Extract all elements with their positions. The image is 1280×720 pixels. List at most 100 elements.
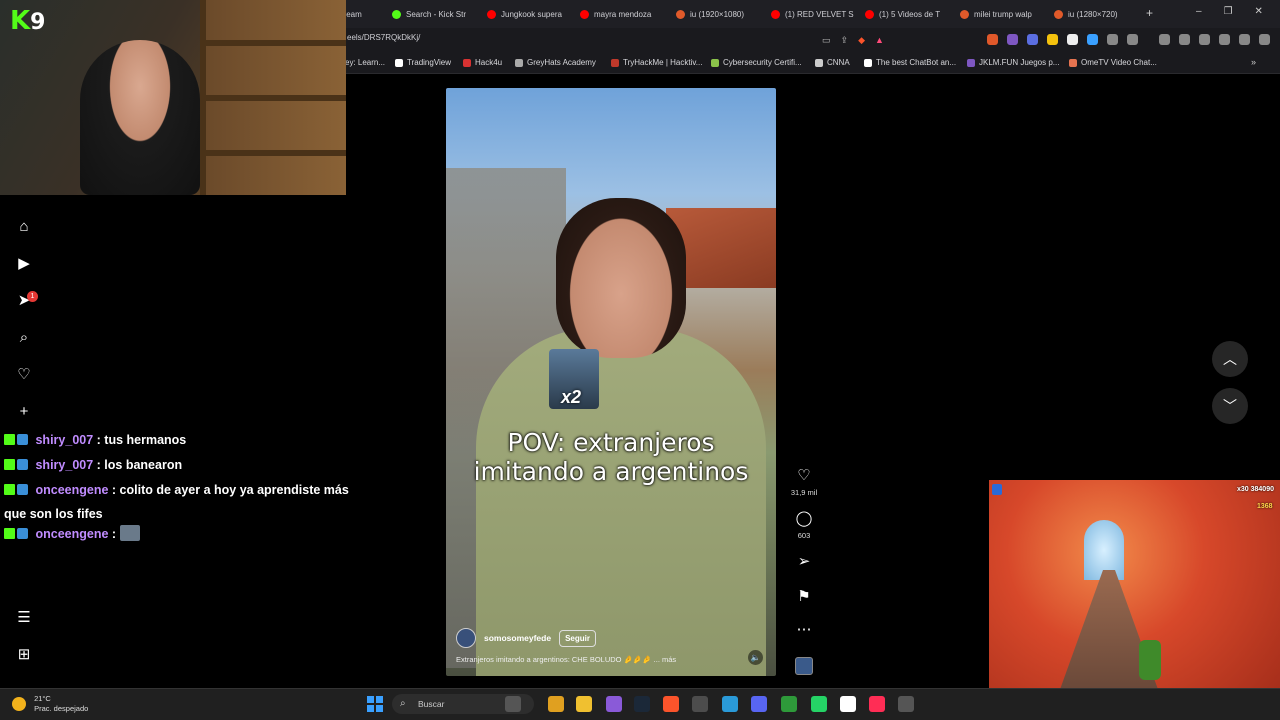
share-icon[interactable]: ➢	[790, 552, 818, 570]
browser-tab[interactable]: milei trump walp	[960, 4, 1046, 24]
taskbar-app-icon[interactable]	[505, 696, 521, 712]
mute-icon[interactable]: 🔈	[748, 650, 763, 665]
next-reel-button[interactable]: ﹀	[1212, 388, 1248, 424]
extension-icon[interactable]	[1127, 34, 1138, 45]
tab-favicon-icon	[960, 9, 969, 19]
extension-icon[interactable]	[1179, 34, 1190, 45]
browser-tab[interactable]: Search - Kick Str	[392, 4, 478, 24]
more-options-icon[interactable]: ⋯	[790, 620, 818, 638]
extension-icon[interactable]	[1219, 34, 1230, 45]
minimize-icon[interactable]: –	[1196, 6, 1202, 17]
start-icon[interactable]	[367, 696, 383, 712]
bookmark-item[interactable]: TradingView	[395, 58, 451, 67]
extension-icon[interactable]	[1259, 34, 1270, 45]
taskbar-app-icon[interactable]	[840, 696, 856, 712]
chat-username[interactable]: shiry_007	[35, 458, 93, 472]
cast-icon[interactable]: ▭	[822, 35, 831, 46]
extension-icon[interactable]	[1199, 34, 1210, 45]
new-tab-button[interactable]: +	[1146, 6, 1153, 20]
bookshelf	[200, 0, 346, 195]
extension-icon[interactable]	[1047, 34, 1058, 45]
taskbar-app-icon[interactable]	[751, 696, 767, 712]
bookmark-item[interactable]: CNNA	[815, 58, 850, 67]
extension-icon[interactable]	[1007, 34, 1018, 45]
bookmark-favicon-icon	[1069, 58, 1077, 67]
previous-reel-button[interactable]: ︿	[1212, 341, 1248, 377]
bookmark-item[interactable]: GreyHats Academy	[515, 58, 596, 67]
search-icon[interactable]: ⌕	[15, 329, 33, 347]
extension-icon[interactable]	[1067, 34, 1078, 45]
chat-username[interactable]: shiry_007	[35, 433, 93, 447]
reels-icon[interactable]: ▶	[15, 255, 33, 273]
follow-button[interactable]: Seguir	[559, 629, 596, 647]
brave-rewards-icon[interactable]: ▲	[875, 35, 884, 46]
restore-icon[interactable]: ❐	[1224, 6, 1233, 17]
bookmark-item[interactable]: ey: Learn...	[345, 58, 385, 67]
extension-icon[interactable]	[1087, 34, 1098, 45]
browser-tab[interactable]: (1) 5 Videos de T	[865, 4, 951, 24]
taskbar-app-icon[interactable]	[811, 696, 827, 712]
taskbar-app-icon[interactable]	[722, 696, 738, 712]
avatar[interactable]	[456, 628, 476, 648]
taskbar-app-icon[interactable]	[781, 696, 797, 712]
close-icon[interactable]: ✕	[1255, 6, 1263, 17]
bookmark-item[interactable]: Hack4u	[463, 58, 502, 67]
bookmark-label: OmeTV Video Chat...	[1081, 58, 1157, 67]
bookmark-label: TradingView	[407, 58, 452, 67]
audio-thumbnail[interactable]	[795, 657, 813, 675]
taskbar-app-icon[interactable]	[663, 696, 679, 712]
reel-video[interactable]: x2 POV: extranjeros imitando a argentino…	[446, 88, 776, 676]
bookmark-item[interactable]: TryHackMe | Hacktiv...	[611, 58, 702, 67]
chat-text: : tus hermanos	[96, 433, 187, 447]
taskbar-app-icon[interactable]	[692, 696, 708, 712]
bookmark-favicon-icon	[395, 58, 403, 67]
reel-caption: POV: extranjeros imitando a argentinos	[473, 428, 749, 486]
taskbar-app-icon[interactable]	[548, 696, 564, 712]
tab-label: Jungkook supera	[501, 9, 562, 19]
taskbar-app-icon[interactable]	[606, 696, 622, 712]
home-icon[interactable]: ⌂	[15, 218, 33, 236]
chat-username[interactable]: onceengene	[35, 527, 108, 541]
chat-username[interactable]: onceengene	[35, 483, 108, 497]
tab-favicon-icon	[865, 9, 874, 19]
taskbar-app-icon[interactable]	[869, 696, 885, 712]
more-icon[interactable]: ⊞	[15, 646, 33, 664]
streamer-figure	[80, 40, 200, 195]
bookmark-item[interactable]: The best ChatBot an...	[864, 58, 956, 67]
extension-icon[interactable]	[1239, 34, 1250, 45]
taskbar-app-icon[interactable]	[634, 696, 650, 712]
webcam-overlay: K9	[0, 0, 346, 195]
extension-icon[interactable]	[1107, 34, 1118, 45]
like-icon[interactable]: ♡	[790, 466, 818, 484]
weather-widget[interactable]: 21°C Prac. despejado	[12, 694, 88, 714]
brave-shield-icon[interactable]: ◆	[858, 35, 865, 46]
bookmark-item[interactable]: OmeTV Video Chat...	[1069, 58, 1157, 67]
bookmark-favicon-icon	[463, 58, 471, 67]
save-icon[interactable]: ⚑	[790, 587, 818, 605]
extension-icon[interactable]	[987, 34, 998, 45]
bookmark-item[interactable]: Cybersecurity Certifi...	[711, 58, 802, 67]
bookmarks-overflow-icon[interactable]: »	[1251, 57, 1256, 67]
reel-author: somosomeyfede Seguir	[456, 628, 596, 648]
url-input[interactable]: eels/DRS7RQkDkKj/	[347, 33, 420, 42]
browser-tab[interactable]: mayra mendoza	[580, 4, 668, 24]
taskbar-app-icon[interactable]	[898, 696, 914, 712]
browser-tab[interactable]: iu (1280×720)	[1054, 4, 1140, 24]
pause-icon[interactable]	[992, 484, 1002, 495]
reel-description[interactable]: Extranjeros imitando a argentinos: CHE B…	[456, 655, 676, 664]
extension-icon[interactable]	[1027, 34, 1038, 45]
browser-tab[interactable]: (1) RED VELVET S	[771, 4, 857, 24]
share-icon[interactable]: ⇪	[841, 35, 849, 46]
menu-icon[interactable]: ☰	[15, 609, 33, 627]
browser-tab[interactable]: Jungkook supera	[487, 4, 571, 24]
browser-tab[interactable]: iu (1920×1080)	[676, 4, 762, 24]
bookmark-favicon-icon	[815, 58, 823, 67]
author-name[interactable]: somosomeyfede	[484, 633, 551, 643]
heart-icon[interactable]: ♡	[15, 366, 33, 384]
taskbar-app-icon[interactable]	[576, 696, 592, 712]
bookmark-item[interactable]: JKLM.FUN Juegos p...	[967, 58, 1059, 67]
bookmark-label: GreyHats Academy	[527, 58, 596, 67]
extension-icon[interactable]	[1159, 34, 1170, 45]
comment-icon[interactable]: ◯	[790, 509, 818, 527]
create-icon[interactable]: +	[15, 403, 33, 421]
